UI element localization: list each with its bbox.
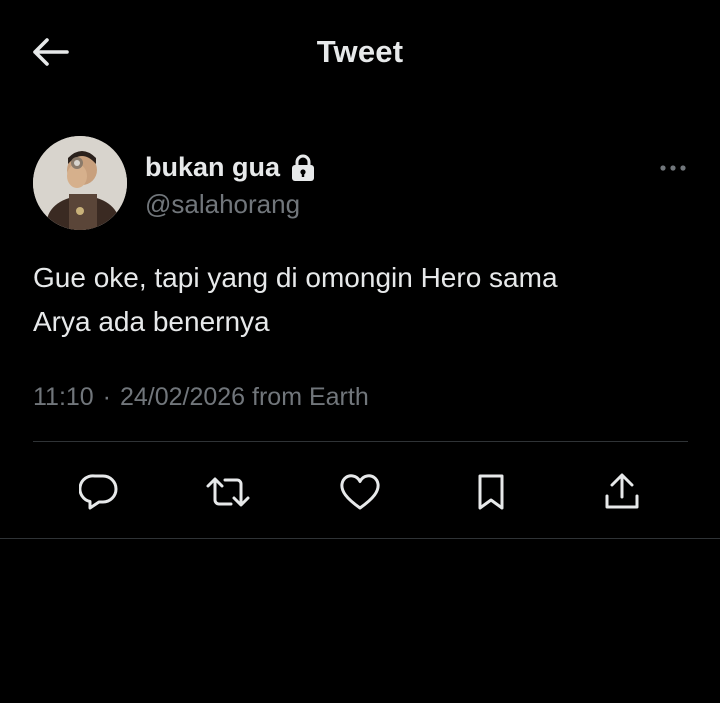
reply-icon xyxy=(79,473,119,511)
top-bar: Tweet xyxy=(0,0,720,106)
share-icon xyxy=(603,472,641,512)
tweet-author: bukan gua @salahorang xyxy=(33,136,693,232)
avatar[interactable] xyxy=(33,136,127,230)
meta-separator: · xyxy=(102,383,111,411)
bookmark-button[interactable] xyxy=(469,470,513,514)
tweet-text: Gue oke, tapi yang di omongin Hero sama … xyxy=(33,262,558,337)
author-handle[interactable]: @salahorang xyxy=(145,189,300,220)
lock-icon xyxy=(290,154,316,182)
like-button[interactable] xyxy=(338,470,382,514)
reply-button[interactable] xyxy=(77,470,121,514)
author-display-name: bukan gua xyxy=(145,152,281,182)
more-options-button[interactable] xyxy=(656,156,690,180)
author-name[interactable]: bukan gua xyxy=(145,152,316,183)
bookmark-icon xyxy=(476,472,506,512)
retweet-button[interactable] xyxy=(206,470,250,514)
retweet-icon xyxy=(205,474,251,510)
tweet-date[interactable]: 24/02/2026 xyxy=(120,383,245,411)
share-button[interactable] xyxy=(600,470,644,514)
divider xyxy=(0,538,720,539)
heart-icon xyxy=(339,473,381,511)
tweet-actions xyxy=(33,442,688,538)
more-icon xyxy=(659,164,687,172)
tweet-meta: 11:10 · 24/02/2026 from Earth xyxy=(33,383,369,412)
tweet-source[interactable]: from Earth xyxy=(252,383,369,411)
tweet-time[interactable]: 11:10 xyxy=(33,383,94,411)
page-title: Tweet xyxy=(316,34,404,69)
